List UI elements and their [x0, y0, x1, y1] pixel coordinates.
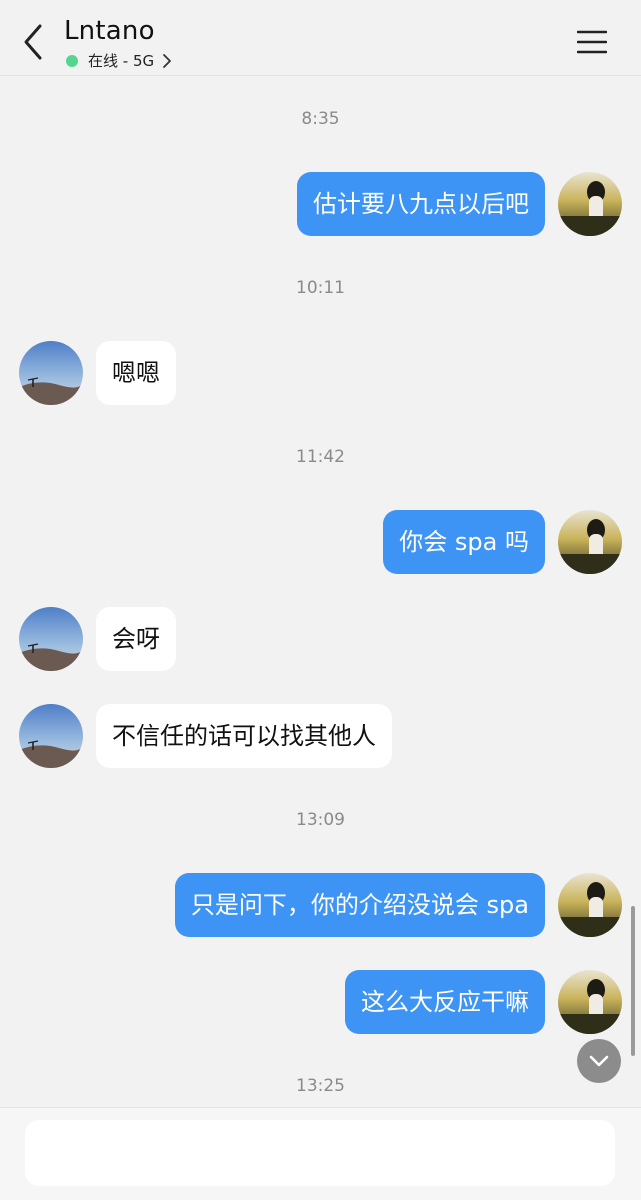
timestamp: 13:09	[296, 810, 345, 830]
message-list[interactable]: 8:35 估计要八九点以后吧 10:11 嗯嗯 11:42 你会 spa 吗 会…	[0, 77, 641, 1107]
message-row-other: 不信任的话可以找其他人	[0, 704, 641, 770]
message-row-self: 估计要八九点以后吧	[0, 172, 641, 238]
timestamp: 10:11	[296, 278, 345, 298]
message-bubble-self[interactable]: 估计要八九点以后吧	[297, 172, 545, 236]
chevron-right-icon	[163, 53, 172, 68]
message-bubble-other[interactable]: 不信任的话可以找其他人	[96, 704, 392, 768]
message-row-self: 只是问下，你的介绍没说会 spa	[0, 873, 641, 939]
menu-button[interactable]	[576, 30, 608, 54]
message-row-self: 你会 spa 吗	[0, 510, 641, 576]
chevron-down-icon	[589, 1055, 609, 1067]
avatar-self[interactable]	[558, 970, 622, 1034]
timestamp: 11:42	[296, 447, 345, 467]
scrollbar[interactable]	[631, 906, 635, 1056]
message-row-self: 这么大反应干嘛	[0, 970, 641, 1036]
avatar-self[interactable]	[558, 510, 622, 574]
message-bubble-other[interactable]: 会呀	[96, 607, 176, 671]
contact-name[interactable]: Lntano	[64, 16, 155, 46]
back-button[interactable]	[18, 22, 48, 62]
contact-status[interactable]: 在线 - 5G	[66, 50, 172, 71]
scroll-to-bottom-button[interactable]	[577, 1039, 621, 1083]
online-dot-icon	[66, 54, 78, 67]
chat-header: Lntano 在线 - 5G	[0, 0, 641, 76]
chevron-left-icon	[24, 24, 42, 60]
message-input[interactable]	[25, 1120, 615, 1186]
message-row-other: 嗯嗯	[0, 341, 641, 407]
avatar-other[interactable]	[19, 341, 83, 405]
hamburger-menu-icon	[576, 30, 608, 54]
message-row-other: 会呀	[0, 607, 641, 673]
timestamp: 13:25	[296, 1076, 345, 1096]
message-bubble-self[interactable]: 只是问下，你的介绍没说会 spa	[174, 873, 545, 937]
message-bubble-self[interactable]: 你会 spa 吗	[383, 510, 545, 574]
message-bubble-other[interactable]: 嗯嗯	[96, 341, 176, 405]
avatar-self[interactable]	[558, 172, 622, 236]
avatar-other[interactable]	[19, 607, 83, 671]
avatar-other[interactable]	[19, 704, 83, 768]
message-bubble-self[interactable]: 这么大反应干嘛	[345, 970, 545, 1034]
status-text: 在线 - 5G	[88, 52, 155, 70]
composer-bar	[0, 1107, 641, 1200]
timestamp: 8:35	[301, 109, 340, 129]
avatar-self[interactable]	[558, 873, 622, 937]
